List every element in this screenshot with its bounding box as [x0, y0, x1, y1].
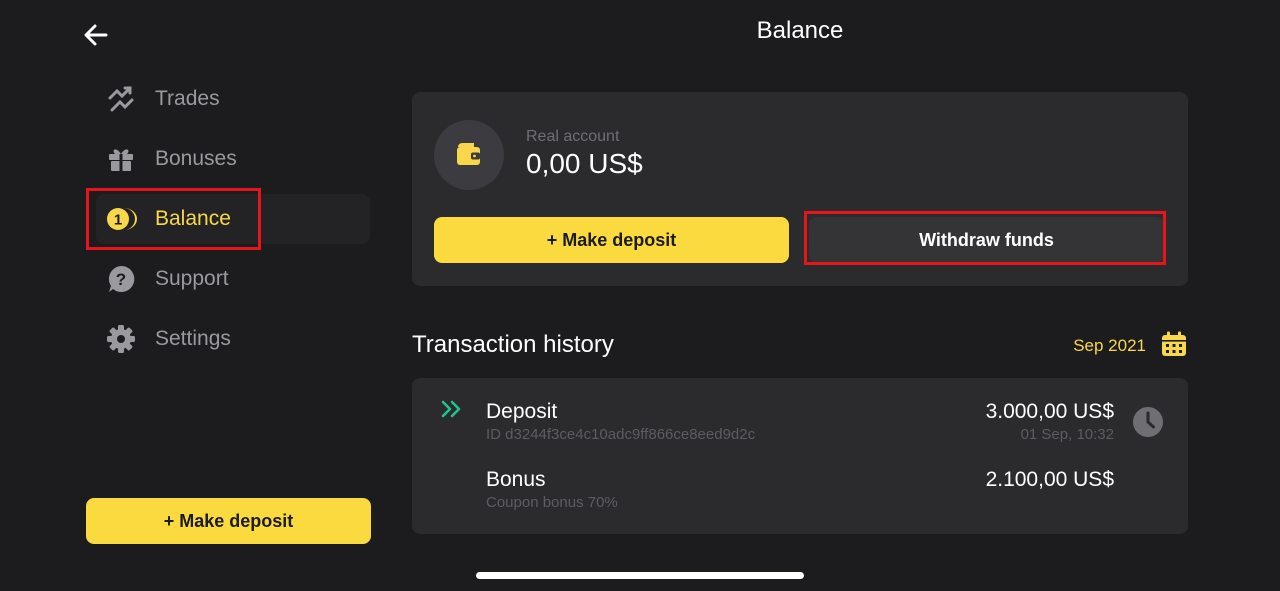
sidebar-item-balance[interactable]: 1 Balance — [96, 194, 370, 244]
sidebar-item-bonuses[interactable]: Bonuses — [96, 134, 370, 184]
gift-icon — [104, 142, 138, 176]
home-indicator[interactable] — [476, 572, 804, 579]
sidebar-item-settings[interactable]: Settings — [96, 314, 370, 364]
calendar-icon — [1160, 330, 1188, 363]
transaction-title: Bonus — [486, 468, 546, 491]
sidebar-make-deposit-button[interactable]: + Make deposit — [86, 498, 371, 544]
clock-icon — [1132, 406, 1164, 438]
sidebar-item-label: Bonuses — [155, 147, 237, 170]
make-deposit-button[interactable]: + Make deposit — [434, 217, 789, 263]
back-arrow-icon[interactable] — [80, 18, 114, 52]
balance-screen: Balance Trades Bonuses 1 Balance ? Suppo… — [0, 0, 1280, 591]
transaction-row[interactable]: Deposit ID d3244f3ce4c10adc9ff866ce8eed9… — [412, 378, 1188, 443]
sidebar-item-label: Trades — [155, 87, 220, 110]
transaction-description: Coupon bonus 70% — [486, 494, 618, 511]
trades-icon — [104, 82, 138, 116]
transaction-history-title: Transaction history — [412, 331, 614, 358]
sidebar-item-label: Balance — [155, 207, 231, 230]
sidebar-item-label: Settings — [155, 327, 231, 350]
svg-text:1: 1 — [114, 212, 122, 229]
sidebar-item-support[interactable]: ? Support — [96, 254, 370, 304]
account-card: Real account 0,00 US$ + Make deposit Wit… — [412, 92, 1188, 286]
transaction-amount: 2.100,00 US$ — [985, 468, 1114, 491]
balance-coin-icon: 1 — [104, 202, 138, 236]
double-chevron-right-icon — [438, 394, 468, 424]
account-balance: 0,00 US$ — [526, 148, 643, 179]
question-icon: ? — [104, 262, 138, 296]
transaction-row[interactable]: Bonus Coupon bonus 70% 2.100,00 US$ — [412, 446, 1188, 511]
svg-text:?: ? — [116, 270, 126, 289]
page-title: Balance — [756, 17, 844, 44]
month-picker[interactable]: Sep 2021 — [1060, 330, 1188, 362]
transaction-id: ID d3244f3ce4c10adc9ff866ce8eed9d2c — [486, 426, 756, 443]
transaction-title: Deposit — [486, 400, 558, 423]
account-type-label: Real account — [526, 128, 620, 145]
transaction-date: 01 Sep, 10:32 — [1020, 426, 1114, 443]
month-label: Sep 2021 — [1073, 336, 1146, 355]
sidebar-item-label: Support — [155, 267, 229, 290]
withdraw-funds-button[interactable]: Withdraw funds — [809, 217, 1164, 263]
transaction-list: Deposit ID d3244f3ce4c10adc9ff866ce8eed9… — [412, 378, 1188, 534]
wallet-icon — [434, 120, 504, 190]
sidebar-item-trades[interactable]: Trades — [96, 74, 370, 124]
transaction-amount: 3.000,00 US$ — [985, 400, 1114, 423]
gear-icon — [104, 322, 138, 356]
